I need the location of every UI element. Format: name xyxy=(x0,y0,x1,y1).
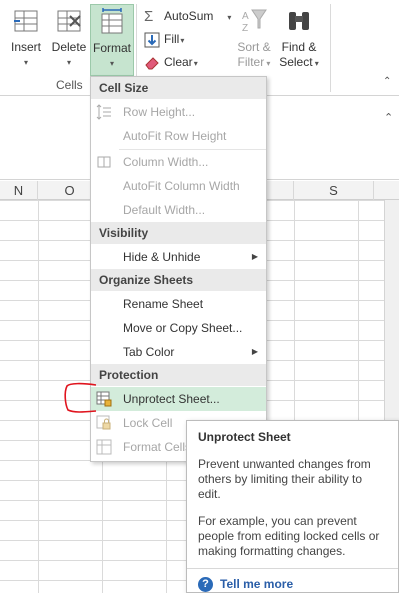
autosum-label: AutoSum xyxy=(164,9,214,23)
menu-item-hide-unhide[interactable]: Hide & Unhide ▶ xyxy=(91,245,266,269)
clear-button[interactable]: Clear▾ xyxy=(144,52,198,72)
menu-item-default-width[interactable]: Default Width... xyxy=(91,198,266,222)
insert-cells-icon xyxy=(14,10,38,32)
menu-item-label: Column Width... xyxy=(123,155,209,169)
menu-section-protection: Protection xyxy=(91,364,266,386)
fill-button[interactable]: Fill▾ xyxy=(144,29,184,49)
group-separator xyxy=(330,4,331,92)
delete-button[interactable]: Delete ▾ xyxy=(48,4,90,74)
ribbon-collapse-icon[interactable]: ⌃ xyxy=(383,76,391,87)
clear-label: Clear xyxy=(164,55,193,69)
menu-item-label: AutoFit Row Height xyxy=(123,129,227,143)
sort-filter-button[interactable]: A Z Sort & Filter ▾ xyxy=(232,4,276,74)
menu-item-unprotect-sheet[interactable]: Unprotect Sheet... xyxy=(91,387,266,411)
menu-item-label: Rename Sheet xyxy=(123,297,204,311)
menu-item-row-height[interactable]: Row Height... xyxy=(91,100,266,124)
format-cells-icon xyxy=(96,439,112,455)
delete-dropdown-icon: ▾ xyxy=(66,58,71,67)
fill-down-icon xyxy=(144,32,160,48)
lock-icon xyxy=(96,415,111,430)
menu-item-column-width[interactable]: Column Width... xyxy=(91,150,266,174)
format-label: Format xyxy=(92,41,131,55)
submenu-arrow-icon: ▶ xyxy=(251,252,258,261)
red-annotation-mark xyxy=(64,382,97,413)
column-width-icon xyxy=(97,156,111,168)
sort-filter-label-line2: Filter xyxy=(237,55,265,69)
tooltip-example: For example, you can prevent people from… xyxy=(198,514,380,558)
delete-label: Delete xyxy=(51,40,87,54)
submenu-arrow-icon: ▶ xyxy=(251,347,258,356)
sort-filter-icon: A Z xyxy=(242,9,267,34)
row-height-icon xyxy=(96,104,111,120)
fill-dropdown-icon: ▾ xyxy=(180,36,185,45)
menu-item-label: Row Height... xyxy=(123,105,196,119)
format-dropdown-menu: Cell Size Row Height... AutoFit Row Heig… xyxy=(90,76,267,462)
sort-filter-dropdown-icon: ▾ xyxy=(264,59,271,68)
format-button[interactable]: Format ▾ xyxy=(90,4,134,76)
tell-me-more-label: Tell me more xyxy=(220,577,294,591)
autosum-dropdown-icon: ▾ xyxy=(227,13,232,22)
find-select-label-line2: Select xyxy=(279,55,313,69)
insert-button[interactable]: Insert ▾ xyxy=(4,4,48,74)
sort-filter-label-line1: Sort & xyxy=(237,40,271,54)
menu-item-tab-color[interactable]: Tab Color ▶ xyxy=(91,340,266,364)
clear-dropdown-icon: ▾ xyxy=(193,59,198,68)
svg-text:A: A xyxy=(242,11,249,22)
insert-label: Insert xyxy=(10,40,41,54)
menu-section-organize-sheets: Organize Sheets xyxy=(91,269,266,291)
find-select-dropdown-icon: ▾ xyxy=(312,59,319,68)
menu-section-visibility: Visibility xyxy=(91,222,266,244)
find-select-button[interactable]: Find & Select ▾ xyxy=(276,4,322,74)
fill-label: Fill xyxy=(164,32,180,46)
autosum-button[interactable]: Σ AutoSum ▾ xyxy=(144,6,231,26)
menu-item-autofit-column-width[interactable]: AutoFit Column Width xyxy=(91,174,266,198)
delete-cells-icon xyxy=(57,10,81,32)
sigma-icon: Σ xyxy=(144,7,154,25)
eraser-icon xyxy=(145,57,159,70)
help-icon: ? xyxy=(198,577,213,593)
unprotect-sheet-tooltip: Unprotect Sheet Prevent unwanted changes… xyxy=(186,420,399,593)
svg-text:Z: Z xyxy=(242,23,248,34)
insert-dropdown-icon: ▾ xyxy=(23,58,28,67)
menu-item-rename-sheet[interactable]: Rename Sheet xyxy=(91,292,266,316)
find-select-label-line1: Find & xyxy=(281,40,317,54)
formula-expand-icon[interactable]: ⌃ xyxy=(384,111,393,124)
menu-item-label: Tab Color xyxy=(123,345,175,359)
tooltip-description: Prevent unwanted changes from others by … xyxy=(198,457,371,501)
binoculars-icon xyxy=(289,12,309,30)
menu-item-move-copy-sheet[interactable]: Move or Copy Sheet... xyxy=(91,316,266,340)
menu-item-label: Hide & Unhide xyxy=(123,250,201,264)
menu-item-label: Default Width... xyxy=(123,203,206,217)
format-dropdown-icon: ▾ xyxy=(109,59,114,68)
menu-item-label: Unprotect Sheet... xyxy=(123,392,220,406)
unprotect-sheet-icon xyxy=(96,391,112,407)
menu-item-autofit-row-height[interactable]: AutoFit Row Height xyxy=(91,124,266,148)
menu-item-label: Lock Cell xyxy=(123,416,173,430)
column-header-s[interactable]: S xyxy=(294,181,374,200)
column-header-n[interactable]: N xyxy=(0,181,38,200)
menu-item-label: Move or Copy Sheet... xyxy=(123,321,243,335)
tell-me-more-link[interactable]: ? Tell me more xyxy=(198,575,386,593)
tooltip-separator xyxy=(187,568,398,569)
menu-section-cell-size: Cell Size xyxy=(91,77,266,99)
cells-group-label: Cells xyxy=(56,78,83,92)
format-cells-icon xyxy=(101,8,123,34)
tooltip-title: Unprotect Sheet xyxy=(198,430,291,444)
menu-item-label: AutoFit Column Width xyxy=(123,179,240,193)
